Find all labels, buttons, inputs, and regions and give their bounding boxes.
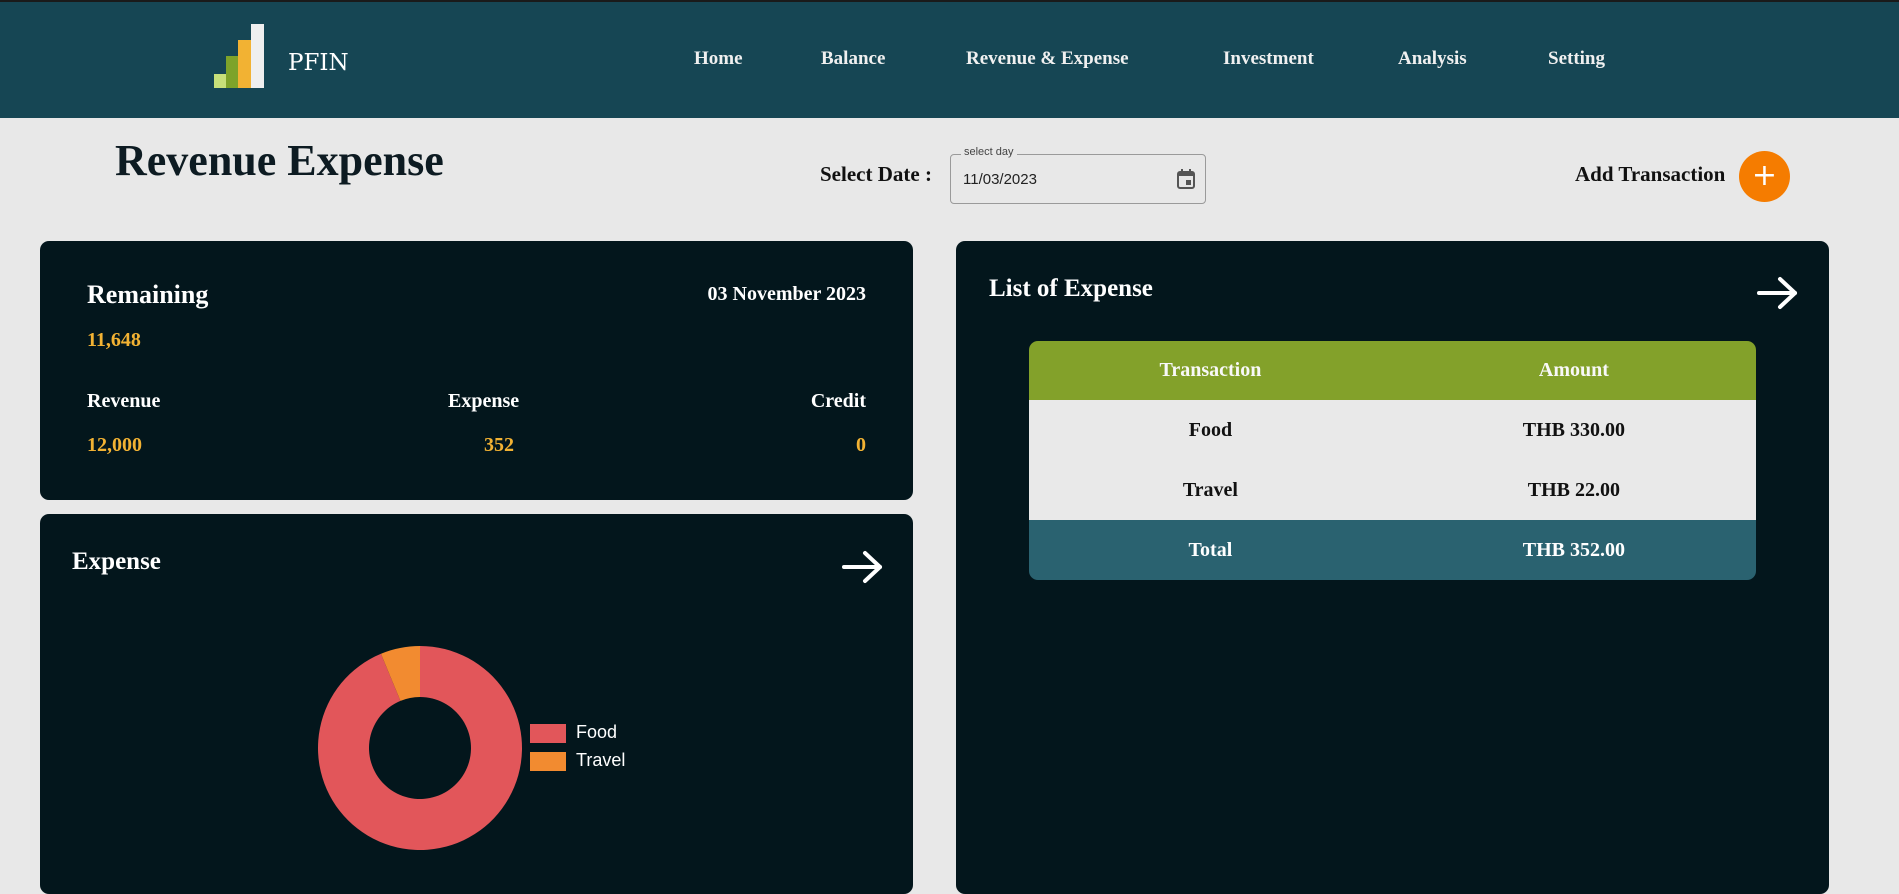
expense-list-card: List of Expense Transaction Amount Food … <box>956 241 1829 894</box>
date-field-legend: select day <box>961 146 1017 158</box>
expense-donut-chart <box>317 646 522 850</box>
date-field-value[interactable]: 11/03/2023 <box>963 171 1037 188</box>
credit-label: Credit <box>810 390 866 412</box>
nav-analysis[interactable]: Analysis <box>1398 48 1467 70</box>
table-row[interactable]: Food THB 330.00 <box>1029 400 1756 460</box>
row-amount: THB 22.00 <box>1391 460 1756 520</box>
expense-label: Expense <box>448 390 520 412</box>
page-title: Revenue Expense <box>115 136 444 185</box>
expense-list-title: List of Expense <box>989 275 1153 302</box>
table-row[interactable]: Travel THB 22.00 <box>1029 460 1756 520</box>
brand-name[interactable]: PFIN <box>288 50 349 76</box>
summary-date: 03 November 2023 <box>707 283 867 305</box>
legend-label-food: Food <box>576 722 618 742</box>
legend-swatch-travel <box>530 752 566 771</box>
nav-setting[interactable]: Setting <box>1548 48 1605 70</box>
arrow-right-icon[interactable] <box>1757 276 1799 310</box>
column-header-amount: Amount <box>1391 341 1756 400</box>
logo-icon[interactable] <box>214 24 274 90</box>
add-transaction-button[interactable]: + <box>1739 151 1790 202</box>
table-header-row: Transaction Amount <box>1029 341 1756 400</box>
total-amount: THB 352.00 <box>1391 520 1756 580</box>
row-amount: THB 330.00 <box>1391 400 1756 460</box>
top-navbar: PFIN Home Balance Revenue & Expense Inve… <box>0 0 1899 118</box>
row-transaction: Food <box>1029 400 1392 460</box>
legend-swatch-food <box>530 724 566 743</box>
remaining-label: Remaining <box>87 280 209 309</box>
credit-value: 0 <box>856 434 866 456</box>
calendar-icon[interactable] <box>1177 169 1195 189</box>
nav-investment[interactable]: Investment <box>1223 48 1314 70</box>
revenue-value: 12,000 <box>87 434 142 456</box>
total-label: Total <box>1029 520 1392 580</box>
table-total-row: Total THB 352.00 <box>1029 520 1756 580</box>
remaining-value: 11,648 <box>87 329 141 351</box>
nav-balance[interactable]: Balance <box>821 48 885 70</box>
select-date-label: Select Date : <box>820 162 932 186</box>
date-picker-field[interactable]: select day 11/03/2023 <box>950 146 1206 204</box>
summary-card: Remaining 11,648 03 November 2023 Revenu… <box>40 241 913 500</box>
column-header-transaction: Transaction <box>1029 341 1392 400</box>
add-transaction-label[interactable]: Add Transaction <box>1575 162 1725 187</box>
revenue-label: Revenue <box>87 390 161 412</box>
expense-table: Transaction Amount Food THB 330.00 Trave… <box>1029 341 1756 580</box>
row-transaction: Travel <box>1029 460 1392 520</box>
expense-value: 352 <box>484 434 514 456</box>
nav-home[interactable]: Home <box>694 48 743 70</box>
legend-label-travel: Travel <box>576 750 626 770</box>
nav-revenue-expense[interactable]: Revenue & Expense <box>966 48 1129 70</box>
expense-chart-card: Expense Food Travel <box>40 514 913 894</box>
